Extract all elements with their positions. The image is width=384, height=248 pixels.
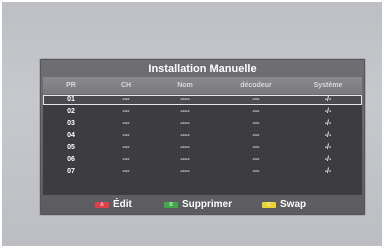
cell-decoder: --- <box>252 108 260 115</box>
cell-ch: --- <box>122 120 130 127</box>
cell-pr: 01 <box>67 96 75 103</box>
green-key-icon: B <box>164 202 178 208</box>
cell-system: -/- <box>324 96 332 103</box>
table-header: PR CH Nom décodeur Système <box>43 77 362 94</box>
channel-row[interactable]: 05 --- ---- --- -/- <box>43 143 362 153</box>
cell-nom: ---- <box>180 168 190 175</box>
cell-decoder: --- <box>252 120 260 127</box>
cell-pr: 04 <box>67 132 75 139</box>
cell-nom: ---- <box>180 132 190 139</box>
dialog-title: Installation Manuelle <box>148 63 257 75</box>
cell-ch: --- <box>122 168 130 175</box>
cell-system: -/- <box>324 144 332 151</box>
cell-decoder: --- <box>252 132 260 139</box>
tv-screen: Installation Manuelle PR CH Nom décodeur… <box>2 2 382 246</box>
cell-system: -/- <box>324 108 332 115</box>
delete-label: Supprimer <box>182 199 233 210</box>
button-bar: A Édit B Supprimer C Swap <box>40 196 365 214</box>
cell-pr: 07 <box>67 168 75 175</box>
column-header-pr: PR <box>66 82 76 89</box>
channel-row[interactable]: 03 --- ---- --- -/- <box>43 119 362 129</box>
cell-decoder: --- <box>252 96 260 103</box>
cell-system: -/- <box>324 156 332 163</box>
cell-decoder: --- <box>252 156 260 163</box>
cell-decoder: --- <box>252 144 260 151</box>
cell-ch: --- <box>122 144 130 151</box>
cell-pr: 06 <box>67 156 75 163</box>
yellow-key-icon: C <box>262 202 276 208</box>
cell-ch: --- <box>122 108 130 115</box>
cell-decoder: --- <box>252 168 260 175</box>
cell-nom: ---- <box>180 108 190 115</box>
column-header-ch: CH <box>120 82 132 89</box>
edit-button[interactable]: A Édit <box>95 200 132 210</box>
cell-nom: ---- <box>180 120 190 127</box>
swap-label: Swap <box>280 199 307 210</box>
channel-row[interactable]: 04 --- ---- --- -/- <box>43 131 362 141</box>
channel-row[interactable]: 02 --- ---- --- -/- <box>43 107 362 117</box>
swap-button[interactable]: C Swap <box>262 200 306 210</box>
cell-pr: 02 <box>67 108 75 115</box>
edit-label: Édit <box>113 199 132 210</box>
channel-row[interactable]: 01 --- ---- --- -/- <box>43 95 362 105</box>
channel-list: 01 --- ---- --- -/- 02 --- ---- --- -/- … <box>43 95 362 195</box>
delete-button[interactable]: B Supprimer <box>164 200 232 210</box>
cell-nom: ---- <box>180 96 190 103</box>
cell-pr: 05 <box>67 144 75 151</box>
channel-row[interactable]: 07 --- ---- --- -/- <box>43 167 362 177</box>
manual-installation-dialog: Installation Manuelle PR CH Nom décodeur… <box>39 58 366 216</box>
column-header-system: Système <box>313 82 343 89</box>
red-key-icon: A <box>95 202 109 208</box>
cell-ch: --- <box>122 132 130 139</box>
cell-system: -/- <box>324 132 332 139</box>
cell-nom: ---- <box>180 156 190 163</box>
column-header-decoder: décodeur <box>240 82 272 89</box>
cell-ch: --- <box>122 96 130 103</box>
cell-nom: ---- <box>180 144 190 151</box>
cell-system: -/- <box>324 120 332 127</box>
cell-ch: --- <box>122 156 130 163</box>
channel-row[interactable]: 06 --- ---- --- -/- <box>43 155 362 165</box>
column-header-nom: Nom <box>177 82 193 89</box>
cell-system: -/- <box>324 168 332 175</box>
cell-pr: 03 <box>67 120 75 127</box>
